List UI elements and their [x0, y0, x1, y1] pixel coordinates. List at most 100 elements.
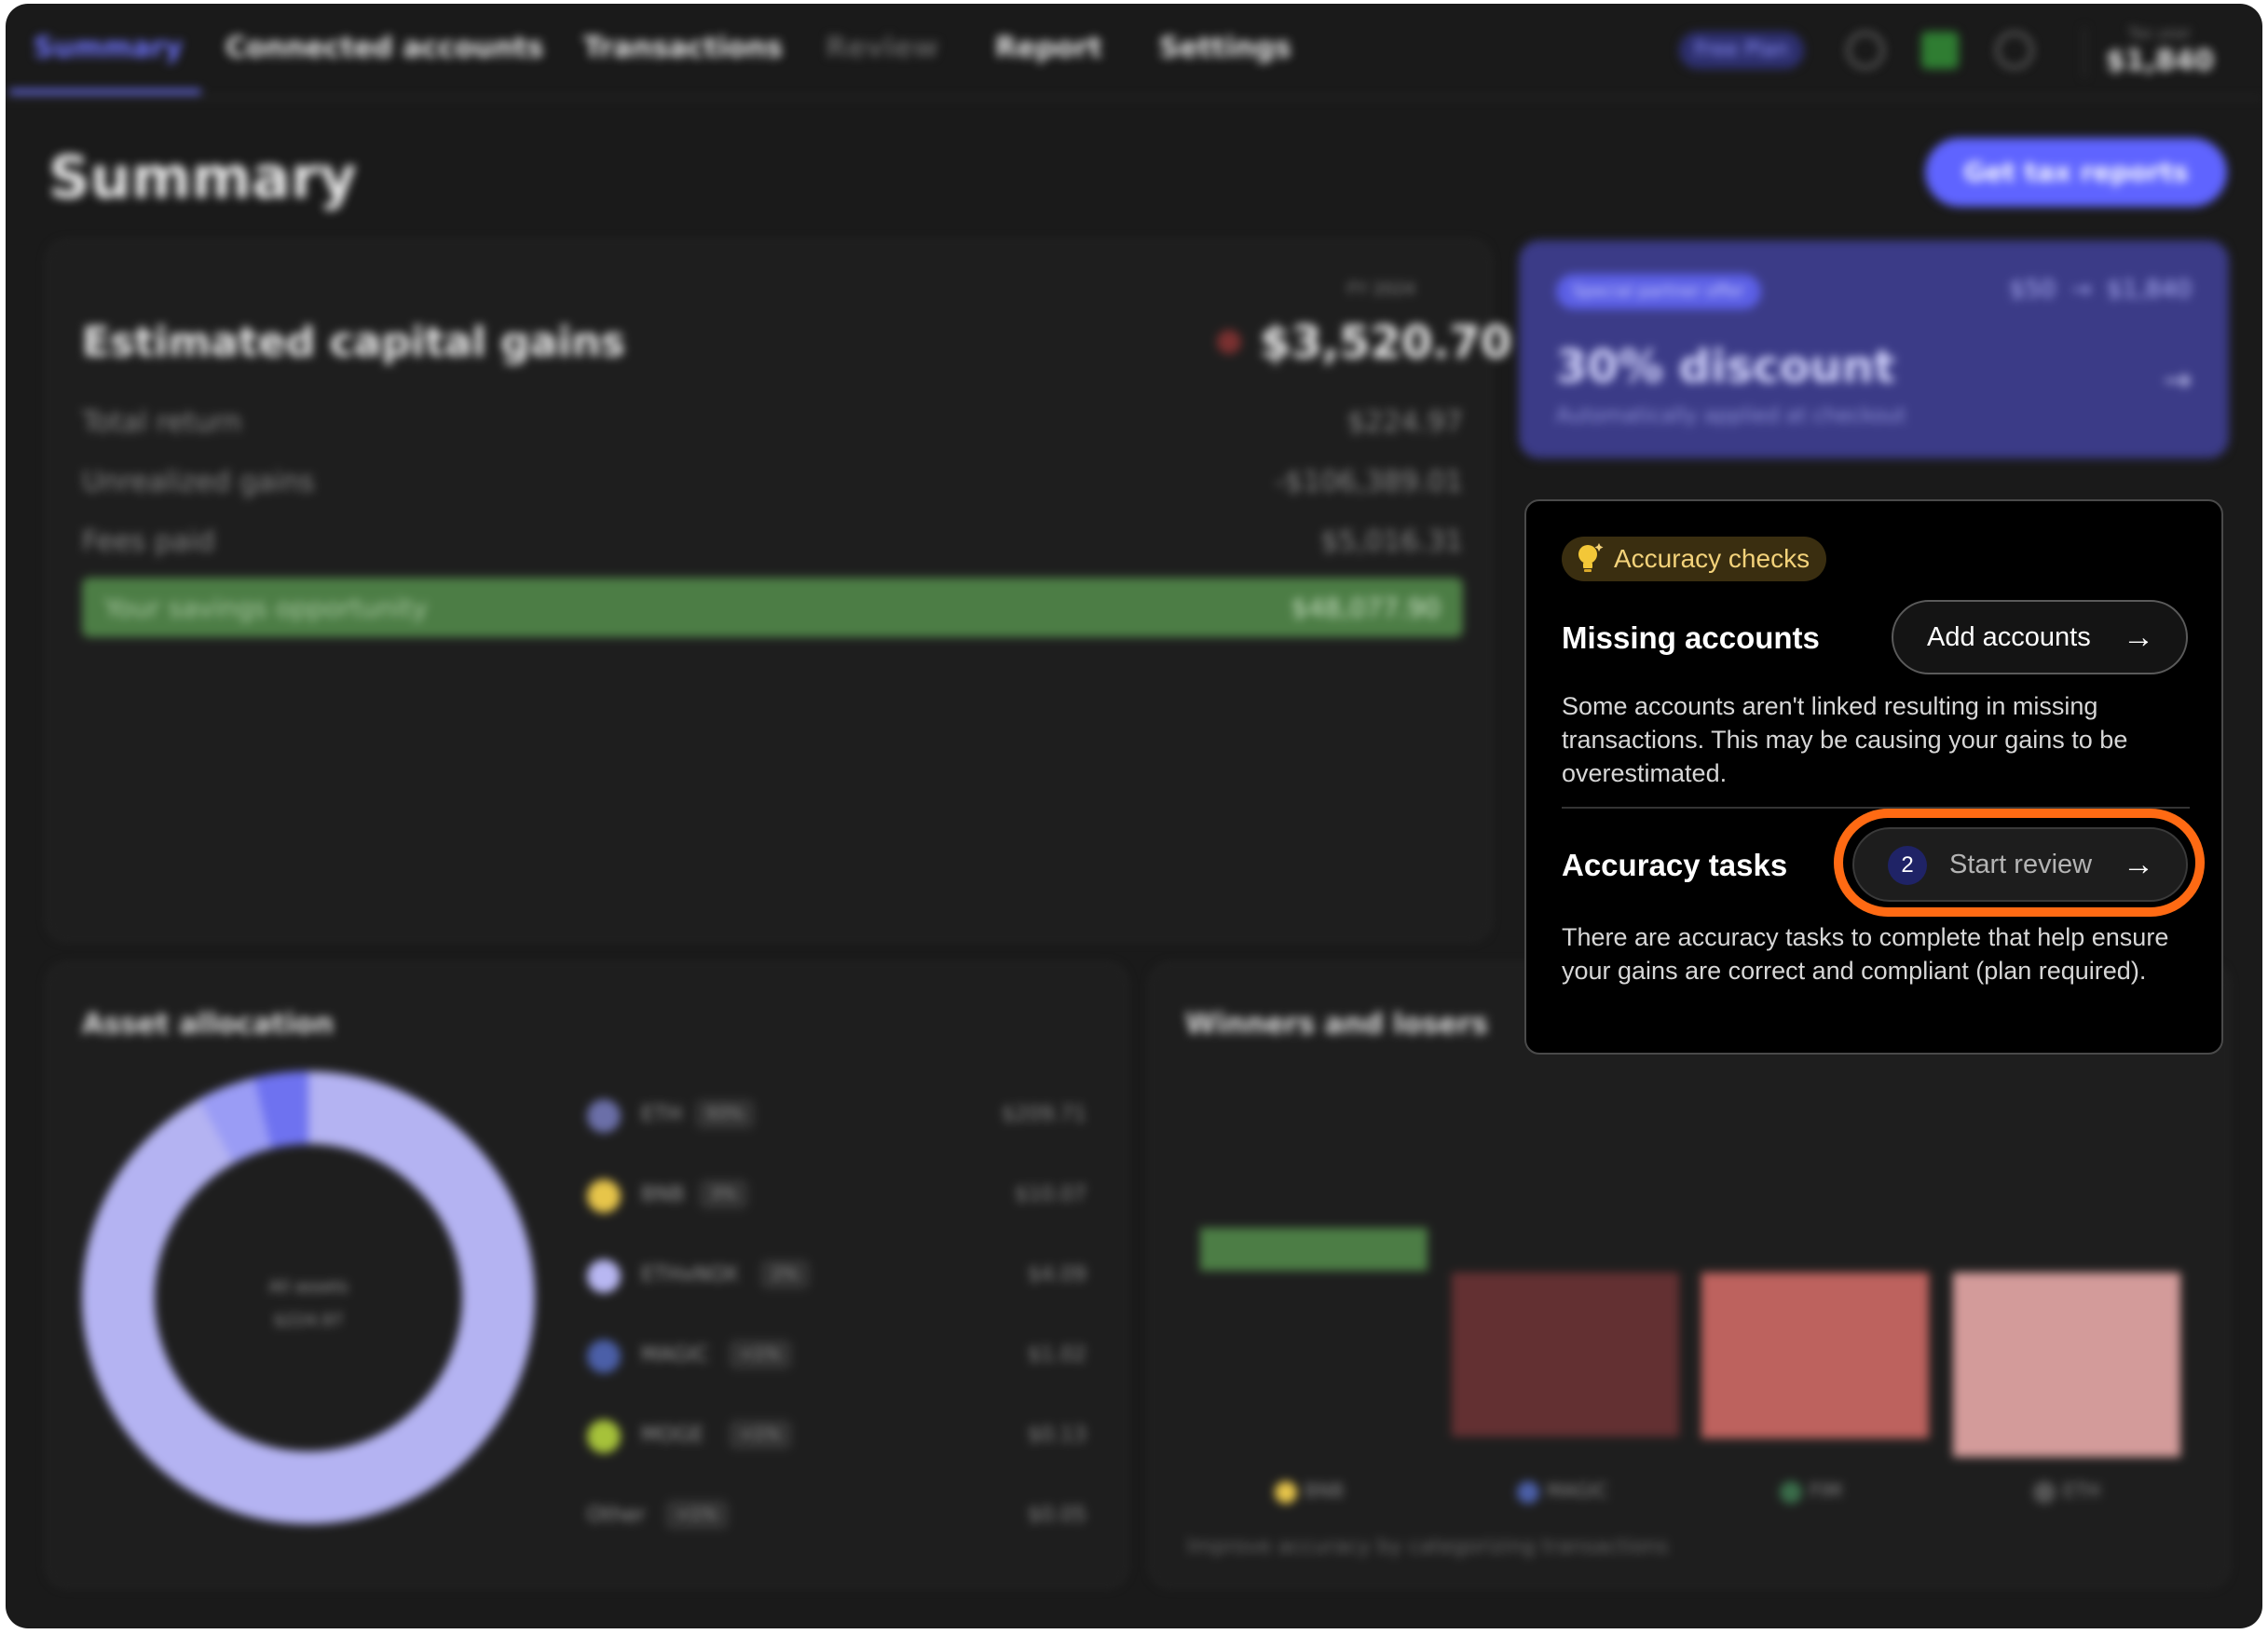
active-tab-indicator	[9, 89, 201, 94]
legend-item[interactable]: BNB 3% $10.07	[583, 1176, 1086, 1217]
missing-accounts-description: Some accounts aren't linked resulting in…	[1562, 692, 2128, 787]
row-value: $5,016.31	[1320, 525, 1463, 558]
legend-name: Other	[587, 1504, 646, 1527]
bar-label: FIM	[1780, 1479, 1842, 1504]
moge-icon	[587, 1420, 621, 1453]
legend-value: $209.71	[1002, 1103, 1086, 1126]
legend-value: $0.13	[1028, 1423, 1086, 1447]
add-accounts-label: Add accounts	[1927, 622, 2091, 652]
bar-label-text: BNB	[1305, 1479, 1345, 1502]
bar-label: ETH	[2033, 1479, 2100, 1504]
accuracy-checks-popover: Accuracy checks Missing accounts Add acc…	[1524, 499, 2223, 1055]
accuracy-checks-label: Accuracy checks	[1614, 544, 1810, 573]
tab-settings[interactable]: Settings	[1159, 32, 1291, 64]
winners-losers-title: Winners and losers	[1185, 1008, 1488, 1041]
fim-icon	[1780, 1480, 1802, 1504]
tab-transactions[interactable]: Transactions	[583, 32, 783, 64]
savings-value: $48,077.90	[1291, 592, 1441, 623]
row-label: Total return	[82, 406, 242, 439]
legend-value: $10.07	[1015, 1183, 1086, 1206]
legend-name: BNB	[641, 1183, 685, 1206]
promo-subtitle: Automatically applied at checkout	[1556, 404, 1906, 428]
gains-indicator-icon	[1217, 330, 1241, 354]
magic-bar[interactable]	[1452, 1273, 1679, 1437]
legend-pct: <1%	[729, 1340, 792, 1369]
legend-pct: 93%	[695, 1099, 756, 1129]
donut-center-label: All assets	[268, 1277, 348, 1297]
bar-label-text: ETH	[2063, 1479, 2100, 1502]
missing-accounts-title: Missing accounts	[1562, 620, 1820, 655]
total-return-row: Total return $224.97	[6, 406, 1463, 443]
bar-label-text: FIM	[1810, 1479, 1842, 1502]
legend-pct: <1%	[665, 1500, 729, 1530]
arrow-right-icon: →	[2163, 361, 2192, 400]
legend-value: $0.05	[1028, 1504, 1086, 1527]
savings-label: Your savings opportunity	[104, 592, 428, 623]
plan-value[interactable]: $1,840	[2106, 45, 2214, 77]
fees-paid-row: Fees paid $5,016.31	[6, 525, 1463, 563]
old-price: $50	[2009, 276, 2056, 304]
promo-title: 30% discount	[1556, 341, 1895, 393]
accuracy-checks-chip: Accuracy checks	[1562, 537, 1827, 581]
legend-value: $4.09	[1028, 1263, 1086, 1287]
get-tax-reports-button[interactable]: Get tax reports	[1925, 138, 2227, 207]
legend-item[interactable]: Other <1% $0.05	[583, 1496, 1086, 1537]
donut-center-value: $224.97	[273, 1311, 344, 1330]
row-value: -$106,389.01	[1275, 466, 1463, 498]
plan-badge[interactable]: Free Plan	[1679, 32, 1804, 69]
accuracy-tasks-description: There are accuracy tasks to complete tha…	[1562, 923, 2169, 985]
legend-item[interactable]: MOGE <1% $0.13	[583, 1416, 1086, 1457]
bar-label: MAGIC	[1517, 1479, 1608, 1504]
legend-pct: 3%	[699, 1179, 748, 1209]
bar-label-text: MAGIC	[1547, 1479, 1608, 1502]
legend-name: ETH	[641, 1103, 682, 1126]
page-title: Summary	[48, 143, 357, 211]
bnb-icon	[1275, 1480, 1297, 1504]
add-accounts-button[interactable]: Add accounts →	[1892, 600, 2188, 674]
legend-pct: 2%	[760, 1260, 810, 1289]
legend-item[interactable]: ETH 93% $209.71	[583, 1096, 1086, 1137]
top-nav: Summary Connected accounts Transactions …	[6, 4, 2262, 99]
savings-opportunity-bar[interactable]: Your savings opportunity $48,077.90	[82, 578, 1463, 637]
tax-year-selector[interactable]: FY 2024	[1347, 279, 1415, 299]
eth-bar[interactable]	[1953, 1273, 2180, 1457]
unrealized-gains-row: Unrealized gains -$106,389.01	[6, 466, 1463, 503]
magic-icon	[587, 1340, 621, 1373]
magic-icon	[1517, 1480, 1539, 1504]
asset-allocation-title: Asset allocation	[82, 1008, 335, 1041]
help-icon[interactable]	[1847, 32, 1884, 69]
promo-badge: Special partner offer	[1556, 274, 1761, 309]
capital-gains-value: $3,520.70	[1260, 317, 1512, 369]
legend-item[interactable]: ETHxNOX 2% $4.09	[583, 1256, 1086, 1297]
discount-promo-card[interactable]: Special partner offer $50 → $1,840 30% d…	[1519, 240, 2229, 458]
winners-losers-footnote[interactable]: Improve accuracy by categorizing transac…	[1187, 1535, 1668, 1559]
bnb-bar[interactable]	[1200, 1228, 1428, 1271]
fim-bar[interactable]	[1701, 1273, 1929, 1438]
eth-icon	[587, 1099, 621, 1133]
accuracy-tasks-title: Accuracy tasks	[1562, 848, 1788, 882]
tab-connected-accounts[interactable]: Connected accounts	[225, 32, 543, 64]
tab-summary[interactable]: Summary	[34, 32, 183, 64]
legend-pct: <1%	[729, 1420, 792, 1450]
row-value: $224.97	[1346, 406, 1463, 439]
plan-caption: Tax year	[2128, 24, 2192, 42]
tab-review[interactable]: Review	[826, 32, 938, 64]
start-review-highlight	[1834, 809, 2205, 917]
bar-label: BNB	[1275, 1479, 1344, 1504]
legend-name: MOGE	[641, 1423, 704, 1447]
ethxnox-icon	[587, 1260, 621, 1293]
export-icon[interactable]	[1921, 32, 1959, 69]
legend-name: ETHxNOX	[641, 1263, 739, 1287]
donut-center: All assets $224.97	[211, 1271, 406, 1338]
legend-item[interactable]: MAGIC <1% $1.02	[583, 1336, 1086, 1377]
tab-report[interactable]: Report	[995, 32, 1102, 64]
row-label: Fees paid	[82, 525, 215, 558]
legend-name: MAGIC	[641, 1343, 709, 1367]
bnb-icon	[587, 1179, 621, 1213]
eth-icon	[2033, 1480, 2056, 1504]
new-price: $1,840	[2107, 276, 2192, 304]
capital-gains-title: Estimated capital gains	[82, 319, 625, 366]
globe-icon[interactable]	[1996, 32, 2033, 69]
nav-divider	[2084, 26, 2085, 78]
lightbulb-icon	[1578, 542, 1604, 572]
